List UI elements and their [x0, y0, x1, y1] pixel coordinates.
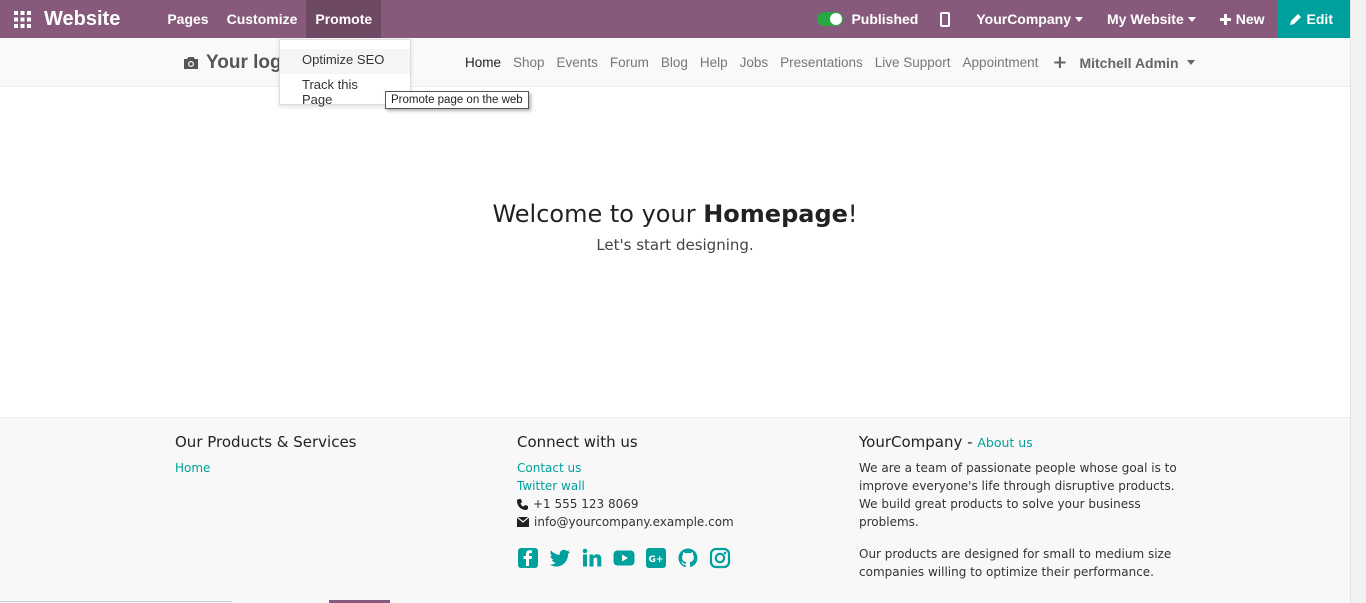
nav-home[interactable]: Home	[459, 55, 507, 70]
menu-customize[interactable]: Customize	[218, 0, 307, 38]
nav-shop[interactable]: Shop	[507, 55, 551, 70]
add-menu-plus-icon[interactable]: +	[1044, 52, 1075, 73]
github-icon[interactable]	[677, 547, 699, 569]
footer-products-column: Our Products & Services Home	[175, 433, 357, 477]
bottom-divider	[0, 601, 232, 602]
menu-promote[interactable]: Promote	[306, 0, 382, 38]
edit-button[interactable]: Edit	[1276, 0, 1350, 38]
title-separator: -	[962, 433, 978, 451]
hero-title-suffix: !	[847, 200, 858, 228]
promote-tooltip: Promote page on the web	[385, 91, 529, 109]
email-line: info@yourcompany.example.com	[517, 513, 734, 531]
edit-label: Edit	[1306, 11, 1333, 27]
linkedin-icon[interactable]	[581, 547, 603, 569]
nav-blog[interactable]: Blog	[655, 55, 694, 70]
new-button[interactable]: New	[1208, 0, 1277, 38]
contact-us-link[interactable]: Contact us	[517, 459, 734, 477]
menu-pages[interactable]: Pages	[158, 0, 217, 38]
caret-down-icon	[1186, 60, 1195, 65]
user-menu[interactable]: Mitchell Admin	[1075, 54, 1195, 71]
company-label: YourCompany	[976, 11, 1071, 27]
company-name: YourCompany	[859, 433, 963, 451]
caret-down-icon	[1074, 16, 1083, 22]
apps-grid-icon[interactable]	[0, 0, 44, 38]
admin-topbar: Website Pages Customize Promote Publishe…	[0, 0, 1350, 38]
hero-subtitle: Let's start designing.	[596, 236, 754, 254]
website-switcher[interactable]: My Website	[1095, 0, 1208, 38]
nav-presentations[interactable]: Presentations	[774, 55, 869, 70]
about-us-link[interactable]: About us	[977, 435, 1032, 450]
social-links: G+	[517, 547, 734, 569]
nav-help[interactable]: Help	[694, 55, 734, 70]
footer-company-title: YourCompany - About us	[859, 433, 1179, 451]
youtube-icon[interactable]	[613, 547, 635, 569]
footer-connect-title: Connect with us	[517, 433, 638, 451]
site-footer: Our Products & Services Home Connect wit…	[0, 417, 1350, 603]
email-address: info@yourcompany.example.com	[534, 515, 734, 529]
nav-events[interactable]: Events	[551, 55, 604, 70]
hero-section: Welcome to your Homepage! Let's start de…	[0, 200, 1350, 254]
user-name: Mitchell Admin	[1079, 54, 1179, 71]
site-logo[interactable]: Your log	[183, 52, 282, 74]
topbar-right: Published YourCompany My Website New Edi…	[817, 0, 1350, 38]
logo-text: Your log	[206, 52, 282, 73]
nav-appointment[interactable]: Appointment	[957, 55, 1045, 70]
site-nav: Home Shop Events Forum Blog Help Jobs Pr…	[459, 38, 1195, 87]
nav-forum[interactable]: Forum	[604, 55, 655, 70]
footer-about-column: YourCompany - About us We are a team of …	[859, 433, 1179, 595]
phone-icon	[517, 498, 528, 510]
top-menu: Pages Customize Promote	[158, 0, 382, 38]
new-label: New	[1235, 11, 1265, 27]
camera-icon	[184, 57, 198, 69]
facebook-icon[interactable]	[517, 547, 539, 569]
page-scrollbar[interactable]	[1350, 0, 1366, 603]
caret-down-icon	[1187, 16, 1196, 22]
published-toggle[interactable]	[817, 12, 844, 26]
optimize-seo-item[interactable]: Optimize SEO	[280, 49, 410, 74]
footer-products-title: Our Products & Services	[175, 433, 357, 451]
about-paragraph-1: We are a team of passionate people whose…	[859, 461, 1177, 529]
site-header: Your log Home Shop Events Forum Blog Hel…	[0, 38, 1350, 87]
about-paragraph-2: Our products are designed for small to m…	[859, 547, 1172, 579]
twitter-wall-link[interactable]: Twitter wall	[517, 477, 734, 495]
app-brand[interactable]: Website	[44, 8, 120, 31]
hero-title-bold: Homepage	[703, 200, 848, 228]
google-plus-icon[interactable]: G+	[645, 547, 667, 569]
phone-line: +1 555 123 8069	[517, 495, 734, 513]
hero-title: Welcome to your Homepage!	[0, 200, 1350, 228]
phone-number: +1 555 123 8069	[533, 497, 639, 511]
mobile-preview-icon[interactable]	[940, 11, 951, 27]
footer-connect-column: Connect with us Contact us Twitter wall …	[517, 433, 734, 569]
svg-text:G+: G+	[649, 555, 664, 565]
twitter-icon[interactable]	[549, 547, 571, 569]
envelope-icon	[517, 517, 529, 527]
footer-home-link[interactable]: Home	[175, 459, 357, 477]
nav-live-support[interactable]: Live Support	[869, 55, 957, 70]
website-label: My Website	[1106, 11, 1184, 27]
pencil-icon	[1289, 14, 1301, 25]
published-label[interactable]: Published	[851, 0, 930, 38]
hero-title-prefix: Welcome to your	[492, 200, 704, 228]
plus-icon	[1219, 13, 1231, 25]
company-switcher[interactable]: YourCompany	[964, 0, 1095, 38]
nav-jobs[interactable]: Jobs	[734, 55, 775, 70]
instagram-icon[interactable]	[709, 547, 731, 569]
